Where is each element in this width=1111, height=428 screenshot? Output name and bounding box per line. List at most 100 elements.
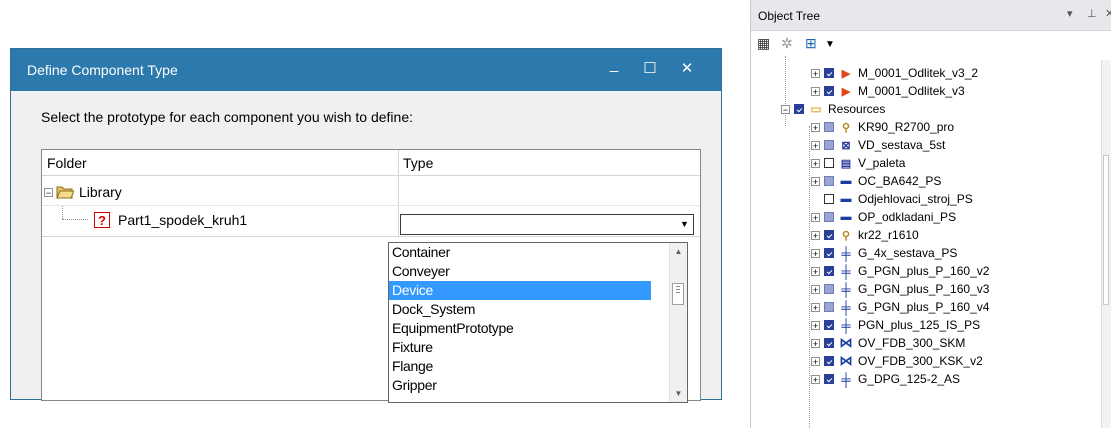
pin-icon[interactable]: ⊥ xyxy=(1087,7,1097,20)
tree-item[interactable]: + ⚲ kr22_r1610 xyxy=(811,226,919,244)
minimize-button[interactable]: _ xyxy=(603,54,625,76)
tree-item[interactable]: + ⊠ VD_sestava_5st xyxy=(811,136,945,154)
toolbar-dropdown-icon[interactable]: ▼ xyxy=(825,39,835,50)
tree-item[interactable]: + ⚲ KR90_R2700_pro xyxy=(811,118,954,136)
column-header-type[interactable]: Type xyxy=(403,155,433,171)
expand-icon[interactable]: + xyxy=(811,356,820,366)
tree-item[interactable]: + ╪ G_PGN_plus_P_160_v4 xyxy=(811,298,989,316)
tree-item[interactable]: + ⋈ OV_FDB_300_SKM xyxy=(811,334,965,352)
close-button[interactable]: ✕ xyxy=(676,58,698,80)
expand-icon[interactable]: + xyxy=(811,302,820,312)
collapse-icon[interactable]: − xyxy=(44,187,53,197)
tree-item[interactable]: + ▤ V_paleta xyxy=(811,154,905,172)
tree-item[interactable]: + ▬ OP_odkladani_PS xyxy=(811,208,956,226)
visibility-checkbox[interactable] xyxy=(824,212,834,222)
visibility-checkbox[interactable] xyxy=(824,140,834,150)
panel-menu-icon[interactable]: ▾ xyxy=(1067,7,1073,20)
expand-icon[interactable]: + xyxy=(811,374,820,384)
visibility-checkbox[interactable] xyxy=(824,194,834,204)
dropdown-scrollbar[interactable]: ▲ ▼ xyxy=(669,243,687,402)
visibility-checkbox[interactable] xyxy=(794,104,804,114)
visibility-checkbox[interactable] xyxy=(824,356,834,366)
scroll-thumb[interactable] xyxy=(672,283,684,305)
scroll-thumb[interactable] xyxy=(1103,155,1109,305)
folder-icon: ▭ xyxy=(810,102,822,116)
visibility-checkbox[interactable] xyxy=(824,302,834,312)
expand-icon[interactable]: + xyxy=(811,140,820,150)
expand-icon[interactable]: + xyxy=(811,338,820,348)
play-icon: ▶ xyxy=(841,67,851,80)
visibility-checkbox[interactable] xyxy=(824,320,834,330)
dropdown-arrow-icon[interactable]: ▼ xyxy=(676,215,693,234)
new-item-icon[interactable]: ✲ xyxy=(781,35,793,52)
tree-item-label: Odjehlovaci_stroj_PS xyxy=(858,192,973,206)
gripper-icon: ╪ xyxy=(841,263,851,279)
expand-icon[interactable]: + xyxy=(811,248,820,258)
option-fixture[interactable]: Fixture xyxy=(389,338,651,357)
visibility-checkbox[interactable] xyxy=(824,158,834,168)
tree-item[interactable]: + ▬ OC_BA642_PS xyxy=(811,172,941,190)
expand-icon[interactable]: + xyxy=(811,86,820,96)
valve-icon: ⋈ xyxy=(839,353,853,368)
visibility-checkbox[interactable] xyxy=(824,176,834,186)
option-container[interactable]: Container xyxy=(389,243,651,262)
visibility-checkbox[interactable] xyxy=(824,86,834,96)
option-equipment-prototype[interactable]: EquipmentPrototype xyxy=(389,319,651,338)
tree-item[interactable]: + ╪ G_4x_sestava_PS xyxy=(811,244,957,262)
visibility-checkbox[interactable] xyxy=(824,338,834,348)
panel-close-icon[interactable]: ✕ xyxy=(1105,7,1111,20)
expand-icon[interactable]: + xyxy=(811,176,820,186)
option-conveyer[interactable]: Conveyer xyxy=(389,262,651,281)
tree-item-label: G_DPG_125-2_AS xyxy=(858,372,961,386)
expand-icon[interactable]: + xyxy=(811,284,820,294)
tree-item-resources[interactable]: − ▭ Resources xyxy=(781,100,885,118)
visibility-checkbox[interactable] xyxy=(824,266,834,276)
option-dock-system[interactable]: Dock_System xyxy=(389,300,651,319)
option-flange[interactable]: Flange xyxy=(389,357,651,376)
folder-open-icon xyxy=(56,185,75,199)
tree-item-label: OC_BA642_PS xyxy=(858,174,942,188)
type-dropdown-list[interactable]: Container Conveyer Device Dock_System Eq… xyxy=(388,242,688,403)
collapse-icon[interactable]: − xyxy=(781,104,790,114)
expand-icon[interactable]: + xyxy=(811,230,820,240)
tree-view-icon[interactable]: ▦ xyxy=(757,35,770,52)
visibility-checkbox[interactable] xyxy=(824,68,834,78)
tree-item-label: V_paleta xyxy=(858,156,906,170)
tree-item[interactable]: + ╪ G_DPG_125-2_AS xyxy=(811,370,960,388)
tree-item[interactable]: + ╪ G_PGN_plus_P_160_v2 xyxy=(811,262,989,280)
scroll-down-icon[interactable]: ▼ xyxy=(670,389,687,398)
expand-icon[interactable]: + xyxy=(811,320,820,330)
tree-item-label: G_4x_sestava_PS xyxy=(858,246,958,260)
object-tree-list: + ▶ M_0001_Odlitek_v3_2 + ▶ M_0001_Odlit… xyxy=(751,56,1103,428)
visibility-checkbox[interactable] xyxy=(824,284,834,294)
tree-item[interactable]: + ╪ G_PGN_plus_P_160_v3 xyxy=(811,280,989,298)
expand-icon[interactable]: + xyxy=(811,158,820,168)
expand-icon[interactable]: + xyxy=(811,212,820,222)
column-header-folder[interactable]: Folder xyxy=(47,155,87,171)
object-tree-panel: Object Tree ▾ ⊥ ✕ ▦ ✲ ⊞ ▼ + ▶ M_0001_Odl… xyxy=(750,0,1111,428)
tree-item[interactable]: ▬ Odjehlovaci_stroj_PS xyxy=(824,190,973,208)
visibility-checkbox[interactable] xyxy=(824,230,834,240)
tree-item[interactable]: + ╪ PGN_plus_125_IS_PS xyxy=(811,316,980,334)
scroll-up-icon[interactable]: ▲ xyxy=(670,247,687,256)
tree-row-library[interactable]: − Library xyxy=(44,183,122,201)
visibility-checkbox[interactable] xyxy=(824,374,834,384)
filter-icon[interactable]: ⊞ xyxy=(805,35,817,52)
maximize-button[interactable]: ☐ xyxy=(639,58,661,80)
tree-item-label: M_0001_Odlitek_v3 xyxy=(858,84,965,98)
type-combobox[interactable]: ▼ xyxy=(400,214,694,235)
option-device[interactable]: Device xyxy=(389,281,651,300)
tree-row-part[interactable]: ? Part1_spodek_kruh1 xyxy=(94,211,247,229)
visibility-checkbox[interactable] xyxy=(824,122,834,132)
expand-icon[interactable]: + xyxy=(811,266,820,276)
tree-item[interactable]: + ▶ M_0001_Odlitek_v3 xyxy=(811,82,965,100)
expand-icon[interactable]: + xyxy=(811,68,820,78)
object-tree-scrollbar[interactable] xyxy=(1101,60,1111,428)
tree-item[interactable]: + ▶ M_0001_Odlitek_v3_2 xyxy=(811,64,978,82)
visibility-checkbox[interactable] xyxy=(824,248,834,258)
expand-icon[interactable]: + xyxy=(811,122,820,132)
play-icon: ▶ xyxy=(841,85,851,98)
tree-item[interactable]: + ⋈ OV_FDB_300_KSK_v2 xyxy=(811,352,983,370)
column-divider[interactable] xyxy=(398,150,399,175)
option-gripper[interactable]: Gripper xyxy=(389,376,651,395)
